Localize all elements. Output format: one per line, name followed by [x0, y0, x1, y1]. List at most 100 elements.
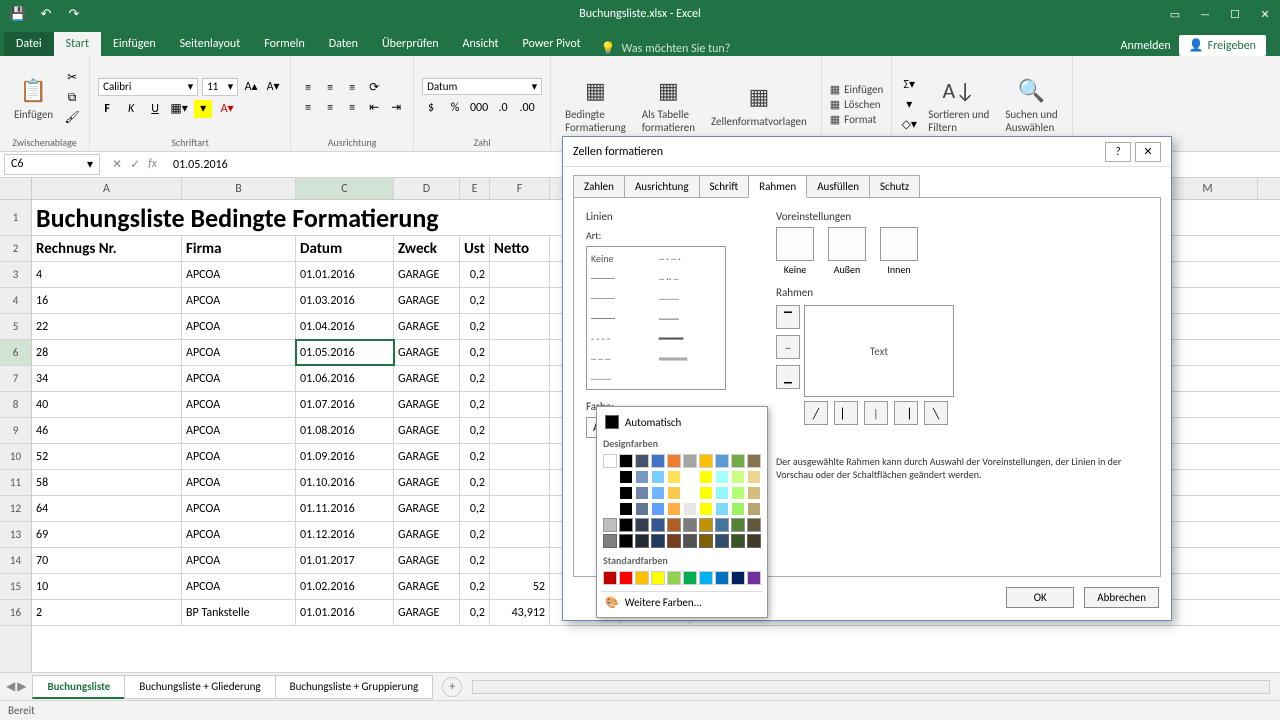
- table-header[interactable]: Ust: [460, 236, 490, 261]
- font-name[interactable]: Calibri▾: [98, 78, 198, 96]
- cell[interactable]: 01.04.2016: [296, 314, 394, 339]
- color-swatch[interactable]: [635, 502, 649, 516]
- tab-data[interactable]: Daten: [317, 32, 370, 56]
- cell[interactable]: GARAGE: [394, 548, 460, 573]
- currency-icon[interactable]: $: [422, 99, 440, 117]
- dialog-help-icon[interactable]: ?: [1105, 142, 1131, 162]
- cancel-button[interactable]: Abbrechen: [1084, 587, 1159, 608]
- color-swatch[interactable]: [683, 571, 697, 585]
- border-bot-button[interactable]: ▁: [776, 365, 800, 389]
- color-swatch[interactable]: [731, 470, 745, 484]
- cell[interactable]: 01.01.2017: [296, 548, 394, 573]
- cell[interactable]: 40: [32, 392, 182, 417]
- select-all-corner[interactable]: [0, 178, 31, 200]
- color-swatch[interactable]: [715, 571, 729, 585]
- cancel-formula-icon[interactable]: ✕: [112, 157, 122, 172]
- cell[interactable]: 0,2: [460, 548, 490, 573]
- tab-formulas[interactable]: Formeln: [252, 32, 316, 56]
- cell[interactable]: 28: [32, 340, 182, 365]
- cell[interactable]: 0,2: [460, 470, 490, 495]
- cell[interactable]: [490, 548, 550, 573]
- color-swatch[interactable]: [731, 518, 745, 532]
- cell[interactable]: [490, 418, 550, 443]
- color-swatch[interactable]: [747, 454, 761, 468]
- underline-button[interactable]: U: [146, 100, 164, 118]
- tab-review[interactable]: Überprüfen: [370, 32, 451, 56]
- accept-formula-icon[interactable]: ✓: [130, 157, 140, 172]
- color-swatch[interactable]: [619, 502, 633, 516]
- cell[interactable]: [490, 340, 550, 365]
- color-swatch[interactable]: [667, 486, 681, 500]
- redo-icon[interactable]: ↷: [62, 3, 86, 25]
- align-bot-icon[interactable]: ≡: [343, 79, 361, 97]
- cell[interactable]: 69: [32, 522, 182, 547]
- cond-format-button[interactable]: ▦Bedingte Formatierung: [559, 72, 632, 136]
- sort-filter-button[interactable]: A↓Sortieren und Filtern: [922, 72, 995, 136]
- color-swatch[interactable]: [747, 502, 761, 516]
- cell[interactable]: GARAGE: [394, 600, 460, 625]
- name-box[interactable]: C6▾: [4, 154, 100, 175]
- cell[interactable]: 16: [32, 288, 182, 313]
- color-swatch[interactable]: [619, 571, 633, 585]
- cell[interactable]: 0,2: [460, 496, 490, 521]
- table-header[interactable]: Firma: [182, 236, 296, 261]
- fx-icon[interactable]: fx: [148, 157, 157, 172]
- color-swatch[interactable]: [715, 454, 729, 468]
- cell[interactable]: 01.01.2016: [296, 600, 394, 625]
- cell[interactable]: 0,2: [460, 366, 490, 391]
- cell[interactable]: APCOA: [182, 262, 296, 287]
- more-colors[interactable]: 🎨 Weitere Farben...: [601, 591, 763, 613]
- table-header[interactable]: Datum: [296, 236, 394, 261]
- cell[interactable]: [490, 392, 550, 417]
- cell[interactable]: APCOA: [182, 392, 296, 417]
- clear-icon[interactable]: ◇▾: [900, 115, 918, 133]
- fill-color-button[interactable]: ▾: [194, 100, 212, 118]
- cell[interactable]: 0,2: [460, 262, 490, 287]
- cell[interactable]: 01.09.2016: [296, 444, 394, 469]
- cell[interactable]: GARAGE: [394, 340, 460, 365]
- color-swatch[interactable]: [731, 534, 745, 548]
- cut-icon[interactable]: ✂: [63, 69, 81, 87]
- cell[interactable]: APCOA: [182, 314, 296, 339]
- minimize-icon[interactable]: —: [1190, 3, 1220, 25]
- cell[interactable]: GARAGE: [394, 366, 460, 391]
- cell[interactable]: APCOA: [182, 444, 296, 469]
- cell[interactable]: 52: [490, 574, 550, 599]
- grow-font-icon[interactable]: A▴: [242, 78, 260, 96]
- undo-icon[interactable]: ↶: [34, 3, 58, 25]
- color-swatch[interactable]: [603, 454, 617, 468]
- cell[interactable]: 01.02.2016: [296, 574, 394, 599]
- color-swatch[interactable]: [731, 571, 745, 585]
- orient-icon[interactable]: ⟳: [365, 79, 383, 97]
- dialog-tab-schutz[interactable]: Schutz: [869, 175, 920, 198]
- col-header-A[interactable]: A: [32, 178, 182, 199]
- dialog-tab-rahmen[interactable]: Rahmen: [748, 175, 807, 198]
- indent-inc-icon[interactable]: ⇥: [387, 99, 405, 117]
- color-swatch[interactable]: [747, 486, 761, 500]
- color-swatch[interactable]: [651, 502, 665, 516]
- color-swatch[interactable]: [619, 486, 633, 500]
- cell[interactable]: 01.06.2016: [296, 366, 394, 391]
- dec-dec-icon[interactable]: .00: [518, 99, 536, 117]
- bold-button[interactable]: F: [98, 100, 116, 118]
- col-header-M[interactable]: M: [1158, 178, 1258, 199]
- horizontal-scrollbar[interactable]: [472, 680, 1270, 694]
- tab-start[interactable]: Start: [54, 32, 101, 56]
- color-swatch[interactable]: [651, 486, 665, 500]
- indent-dec-icon[interactable]: ⇤: [365, 99, 383, 117]
- color-swatch[interactable]: [635, 534, 649, 548]
- cell[interactable]: GARAGE: [394, 496, 460, 521]
- cell[interactable]: APCOA: [182, 470, 296, 495]
- color-swatch[interactable]: [619, 534, 633, 548]
- number-format[interactable]: Datum▾: [422, 78, 542, 95]
- share-button[interactable]: 👤 Freigeben: [1179, 35, 1266, 56]
- cell[interactable]: APCOA: [182, 522, 296, 547]
- cell[interactable]: 70: [32, 548, 182, 573]
- cell[interactable]: 22: [32, 314, 182, 339]
- sheet-prev-icon[interactable]: ◀: [6, 679, 15, 694]
- color-swatch[interactable]: [667, 502, 681, 516]
- border-mid-h-button[interactable]: ─: [776, 335, 800, 359]
- tab-insert[interactable]: Einfügen: [101, 32, 168, 56]
- color-swatch[interactable]: [603, 470, 617, 484]
- color-swatch[interactable]: [603, 534, 617, 548]
